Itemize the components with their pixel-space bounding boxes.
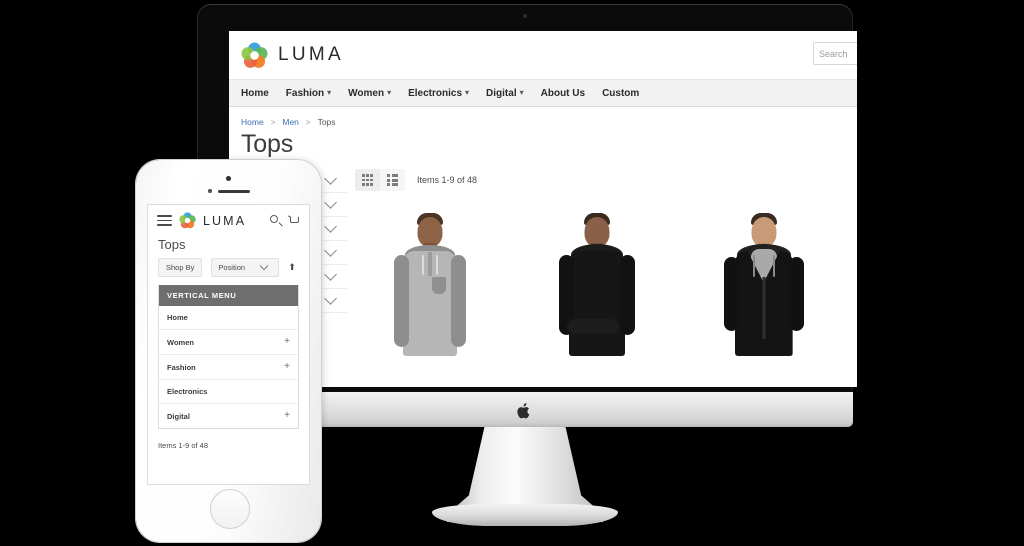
sort-ascending-icon[interactable]: ⬆: [288, 263, 296, 272]
view-mode-switch: [355, 169, 405, 191]
nav-item-custom[interactable]: Custom: [602, 88, 639, 99]
mobile-screen: LUMA Tops Shop By Position ⬆ VERTICAL ME…: [147, 204, 310, 485]
hamburger-menu-icon[interactable]: [157, 215, 172, 226]
menu-item-label: Women: [167, 337, 194, 347]
breadcrumb-item-men[interactable]: Men: [282, 117, 299, 127]
expand-plus-icon[interactable]: +: [284, 362, 290, 372]
nav-label: Fashion: [285, 87, 325, 99]
chevron-down-icon: [259, 261, 269, 271]
cart-icon[interactable]: [287, 214, 300, 227]
breadcrumb-separator: >: [270, 117, 276, 127]
iphone-sensor-icon: [208, 189, 212, 193]
nav-label: Women: [348, 87, 385, 99]
nav-label: About Us: [540, 87, 586, 99]
nav-label: Home: [241, 87, 269, 99]
chevron-down-icon: ▾: [465, 88, 470, 97]
chevron-down-icon: ▾: [519, 88, 524, 97]
product-list-area: Items 1-9 of 48: [347, 169, 857, 361]
nav-item-about-us[interactable]: About Us: [541, 88, 585, 99]
menu-item-label: Digital: [167, 411, 190, 421]
nav-item-electronics[interactable]: Electronics ▾: [408, 88, 469, 99]
mobile-item-count: Items 1-9 of 48: [158, 441, 209, 450]
expand-plus-icon[interactable]: +: [284, 337, 290, 347]
iphone-camera-icon: [226, 176, 231, 181]
nav-item-digital[interactable]: Digital ▾: [486, 88, 524, 99]
iphone-earpiece-icon: [218, 189, 250, 193]
menu-item-label: Fashion: [167, 362, 196, 372]
breadcrumb-separator: >: [305, 117, 311, 127]
vertical-menu: VERTICAL MENU Home Women + Fashion + Ele…: [158, 285, 299, 429]
iphone-home-button[interactable]: [209, 489, 250, 529]
chevron-down-icon: [324, 196, 337, 209]
vertical-menu-item-home[interactable]: Home: [159, 306, 298, 330]
grid-view-icon[interactable]: [355, 169, 380, 191]
product-grid: [347, 191, 847, 361]
nav-item-home[interactable]: Home: [241, 88, 269, 99]
nav-label: Electronics: [408, 87, 463, 99]
imac-camera-icon: [523, 14, 527, 18]
mobile-logo-text: LUMA: [203, 213, 247, 228]
vertical-menu-item-fashion[interactable]: Fashion +: [159, 355, 298, 380]
product-card[interactable]: [541, 201, 653, 361]
menu-item-label: Home: [167, 313, 188, 322]
product-card[interactable]: [708, 201, 820, 361]
black-zip-hoodie-model-image: [708, 211, 820, 361]
nav-label: Digital: [486, 87, 517, 99]
chevron-down-icon: ▾: [327, 88, 332, 97]
screenshot-stage: LUMA Search Home Fashion ▾ Women ▾ Elect…: [0, 0, 1024, 546]
sort-select-value: Position: [218, 263, 246, 272]
site-header: LUMA Search: [229, 31, 857, 79]
search-input[interactable]: Search: [813, 42, 857, 65]
vertical-menu-item-electronics[interactable]: Electronics: [159, 380, 298, 404]
chevron-down-icon: ▾: [387, 88, 392, 97]
product-toolbar: Items 1-9 of 48: [347, 169, 847, 191]
main-navigation: Home Fashion ▾ Women ▾ Electronics ▾ Dig…: [229, 79, 857, 107]
search-icon[interactable]: [270, 215, 282, 226]
item-count: Items 1-9 of 48: [417, 175, 478, 185]
mobile-page-title: Tops: [158, 237, 186, 252]
imac-base: [432, 504, 618, 526]
vertical-menu-heading: VERTICAL MENU: [159, 285, 298, 306]
gray-hoodie-model-image: [374, 211, 486, 361]
sort-select[interactable]: Position: [211, 258, 280, 277]
breadcrumb-item-home[interactable]: Home: [241, 117, 264, 127]
chevron-down-icon: [324, 220, 337, 233]
black-hoodie-model-image: [541, 211, 653, 361]
chevron-down-icon: [324, 268, 337, 281]
apple-logo-icon: [517, 403, 530, 419]
desktop-screen: LUMA Search Home Fashion ▾ Women ▾ Elect…: [229, 31, 857, 387]
vertical-menu-item-digital[interactable]: Digital +: [159, 404, 298, 428]
mobile-header: LUMA: [148, 205, 309, 235]
mobile-controls: Shop By Position ⬆: [148, 258, 309, 285]
breadcrumb: Home > Men > Tops: [229, 107, 857, 127]
nav-item-women[interactable]: Women ▾: [348, 88, 391, 99]
breadcrumb-item-tops: Tops: [317, 117, 336, 127]
menu-item-label: Electronics: [167, 387, 208, 396]
chevron-down-icon: [324, 244, 337, 257]
nav-item-fashion[interactable]: Fashion ▾: [286, 88, 331, 99]
iphone-device: LUMA Tops Shop By Position ⬆ VERTICAL ME…: [136, 160, 321, 542]
page-title: Tops: [241, 130, 294, 158]
product-card[interactable]: [374, 201, 486, 361]
luma-flower-logo-icon: [179, 212, 196, 229]
chevron-down-icon: [324, 172, 337, 185]
nav-label: Custom: [602, 87, 640, 99]
catalog-layout: Items 1-9 of 48: [229, 159, 857, 361]
chevron-down-icon: [324, 292, 337, 305]
luma-flower-logo-icon: [241, 42, 268, 69]
vertical-menu-item-women[interactable]: Women +: [159, 330, 298, 355]
site-logo[interactable]: LUMA: [241, 42, 344, 69]
site-logo-text: LUMA: [278, 44, 344, 65]
shop-by-button[interactable]: Shop By: [158, 258, 203, 277]
expand-plus-icon[interactable]: +: [284, 411, 290, 421]
list-view-icon[interactable]: [380, 169, 405, 191]
